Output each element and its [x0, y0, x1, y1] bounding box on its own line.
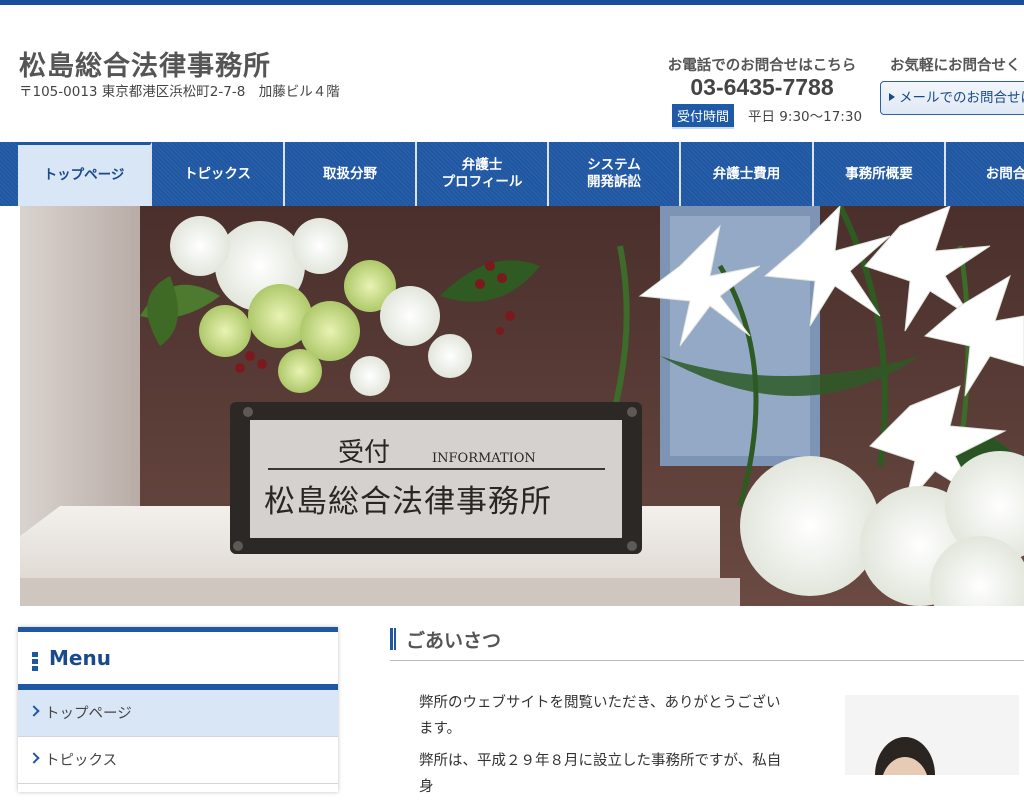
nav-item-contact[interactable]: お問合	[946, 142, 1024, 206]
greeting-paragraph: 弊所は、平成２９年８月に設立した事務所ですが、私自身	[419, 753, 782, 795]
hero-image: 受付 INFORMATION 松島総合法律事務所	[20, 206, 1024, 606]
nav-label: お問合	[985, 165, 1024, 182]
chevron-right-icon	[28, 752, 40, 764]
nav-label: 弁護士費用	[712, 165, 781, 182]
triangle-right-icon	[889, 93, 895, 101]
heading-accent-bar	[390, 628, 396, 650]
nav-item-system-litigation[interactable]: システム 開発訴訟	[549, 142, 681, 206]
site-title[interactable]: 松島総合法律事務所	[19, 44, 271, 83]
sidebar-item-label: トップページ	[45, 706, 132, 722]
top-accent-bar	[0, 0, 1024, 5]
nav-label: システム 開発訴訟	[587, 157, 641, 190]
sidebar-item-label: トピックス	[45, 753, 118, 769]
nav-label: トピックス	[183, 165, 252, 182]
nav-item-lawyer-profile[interactable]: 弁護士 プロフィール	[417, 142, 549, 206]
nav-item-top[interactable]: トップページ	[18, 142, 152, 206]
hours-text: 平日 9:30〜17:30	[748, 109, 863, 125]
greeting-text: 弊所のウェブサイトを閲覧いただき、ありがとうございます。 弊所は、平成２９年８月…	[419, 690, 789, 806]
sidebar-menu: Menu トップページ トピックス	[18, 627, 338, 792]
greeting-paragraph: 弊所のウェブサイトを閲覧いただき、ありがとうございます。	[419, 695, 781, 737]
menu-bars-icon	[32, 652, 38, 672]
mail-contact-button[interactable]: メールでのお問合せは	[880, 81, 1024, 115]
nav-item-office-overview[interactable]: 事務所概要	[814, 142, 946, 206]
contact-caption: お気軽にお問合せく	[890, 58, 1021, 74]
nav-item-fees[interactable]: 弁護士費用	[681, 142, 814, 206]
phone-number[interactable]: 03-6435-7788	[658, 74, 866, 101]
section-heading: ごあいさつ	[390, 626, 1024, 661]
business-hours: 受付時間 平日 9:30〜17:30	[672, 104, 862, 129]
sidebar-item-topics[interactable]: トピックス	[18, 737, 338, 784]
nav-label: 取扱分野	[323, 165, 377, 182]
sign-information-text: INFORMATION	[432, 451, 536, 466]
sign-office-name: 松島総合法律事務所	[264, 484, 552, 520]
hours-badge: 受付時間	[672, 104, 735, 129]
office-address: 〒105-0013 東京都港区浜松町2-7-8 加藤ビル４階	[19, 84, 340, 100]
chevron-right-icon	[28, 705, 40, 717]
nav-item-topics[interactable]: トピックス	[152, 142, 285, 206]
phone-caption: お電話でのお問合せはこちら	[667, 58, 857, 74]
sidebar-item-top[interactable]: トップページ	[18, 690, 338, 737]
nav-label: トップページ	[43, 167, 125, 183]
nav-item-practice-areas[interactable]: 取扱分野	[285, 142, 417, 206]
nav-label: 事務所概要	[845, 165, 913, 182]
section-heading-text: ごあいさつ	[406, 630, 502, 652]
mail-button-label: メールでのお問合せは	[899, 90, 1024, 106]
nav-label: 弁護士 プロフィール	[441, 157, 523, 190]
lawyer-photo	[845, 695, 1019, 775]
global-nav: トップページ トピックス 取扱分野 弁護士 プロフィール システム 開発訴訟 弁…	[0, 142, 1024, 206]
menu-header: Menu	[18, 632, 338, 690]
sign-reception-text: 受付	[338, 438, 390, 468]
menu-title: Menu	[49, 646, 111, 670]
phone-contact: お電話でのお問合せはこちら 03-6435-7788	[658, 54, 866, 101]
